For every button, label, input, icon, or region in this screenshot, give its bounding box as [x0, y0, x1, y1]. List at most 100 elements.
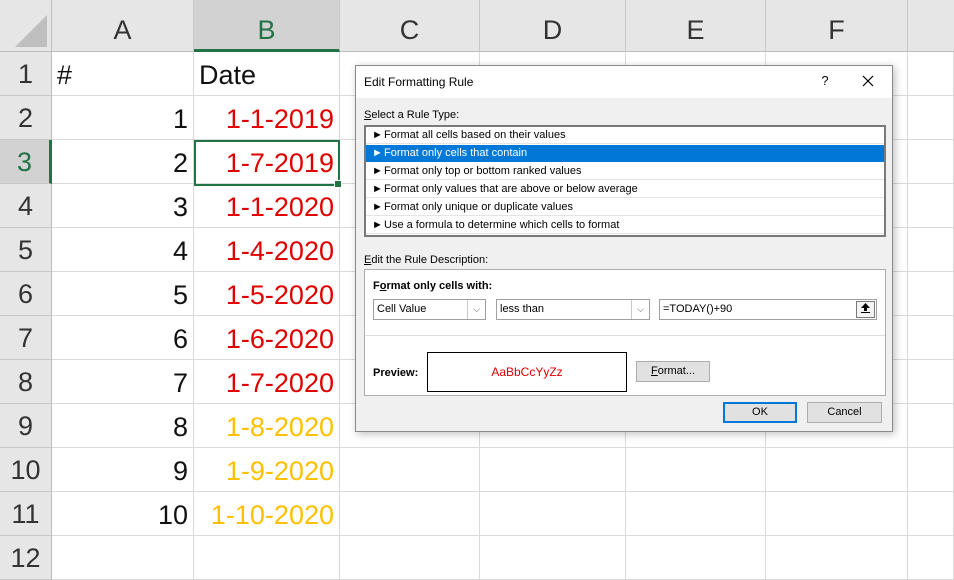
cell-empty[interactable] — [908, 272, 954, 316]
cell-empty[interactable] — [908, 140, 954, 184]
select-all-button[interactable] — [0, 0, 52, 52]
rule-type-label: Use a formula to determine which cells t… — [384, 219, 620, 231]
cell-a9[interactable]: 8 — [52, 404, 194, 448]
cell-b7[interactable]: 1-6-2020 — [194, 316, 340, 360]
cell-a11[interactable]: 10 — [52, 492, 194, 536]
cell-empty[interactable] — [908, 404, 954, 448]
row-header-4[interactable]: 4 — [0, 184, 52, 228]
cell-empty[interactable] — [908, 492, 954, 536]
cell-empty[interactable] — [908, 448, 954, 492]
cell-empty[interactable] — [908, 96, 954, 140]
range-picker-button[interactable] — [856, 301, 875, 318]
operator-dropdown[interactable]: less than ⌵ — [496, 299, 650, 320]
cell-empty[interactable] — [626, 492, 766, 536]
cell-empty[interactable] — [340, 536, 480, 580]
row-header-6[interactable]: 6 — [0, 272, 52, 316]
cell-empty[interactable] — [480, 492, 626, 536]
row-header-5[interactable]: 5 — [0, 228, 52, 272]
cell-b10[interactable]: 1-9-2020 — [194, 448, 340, 492]
cell-empty[interactable] — [908, 536, 954, 580]
cell-a2[interactable]: 1 — [52, 96, 194, 140]
cell-a1[interactable]: # — [52, 52, 194, 96]
chevron-down-icon: ⌵ — [631, 300, 649, 319]
cell-b9[interactable]: 1-8-2020 — [194, 404, 340, 448]
rule-type-list[interactable]: ►Format all cells based on their values ►… — [364, 125, 886, 237]
rule-type-item[interactable]: ►Use a formula to determine which cells … — [366, 217, 884, 234]
cell-empty[interactable] — [766, 536, 908, 580]
close-icon — [862, 75, 874, 87]
cell-a10[interactable]: 9 — [52, 448, 194, 492]
cell-b6[interactable]: 1-5-2020 — [194, 272, 340, 316]
row-header-10[interactable]: 10 — [0, 448, 52, 492]
cell-a5[interactable]: 4 — [52, 228, 194, 272]
column-header-a[interactable]: A — [52, 0, 194, 52]
collapse-dialog-icon — [861, 303, 870, 313]
cell-a8[interactable]: 7 — [52, 360, 194, 404]
cell-empty[interactable] — [626, 448, 766, 492]
cell-empty[interactable] — [908, 228, 954, 272]
rule-type-item[interactable]: ►Format only values that are above or be… — [366, 181, 884, 198]
cell-empty[interactable] — [908, 184, 954, 228]
cell-empty[interactable] — [52, 536, 194, 580]
column-header-c[interactable]: C — [340, 0, 480, 52]
rule-description-panel: Format only cells with: Cell Value ⌵ les… — [364, 269, 886, 396]
cell-empty[interactable] — [626, 536, 766, 580]
cell-b11[interactable]: 1-10-2020 — [194, 492, 340, 536]
cell-empty[interactable] — [194, 536, 340, 580]
column-header-g[interactable] — [908, 0, 954, 52]
condition-field-value: Cell Value — [377, 303, 427, 315]
select-rule-type-label: Select a Rule Type: — [364, 109, 460, 121]
rule-type-item[interactable]: ►Format only unique or duplicate values — [366, 199, 884, 216]
cell-a4[interactable]: 3 — [52, 184, 194, 228]
format-only-cells-with-label: Format only cells with: — [373, 280, 493, 292]
rule-type-item[interactable]: ►Format only top or bottom ranked values — [366, 163, 884, 180]
ok-button[interactable]: OK — [723, 402, 797, 423]
cell-empty[interactable] — [908, 316, 954, 360]
cell-b3[interactable]: 1-7-2019 — [194, 140, 340, 184]
rule-type-label: Format all cells based on their values — [384, 129, 566, 141]
cell-b1[interactable]: Date — [194, 52, 340, 96]
row-header-2[interactable]: 2 — [0, 96, 52, 140]
row-header-12[interactable]: 12 — [0, 536, 52, 580]
cell-empty[interactable] — [480, 448, 626, 492]
column-header-d[interactable]: D — [480, 0, 626, 52]
column-header-e[interactable]: E — [626, 0, 766, 52]
cell-empty[interactable] — [766, 492, 908, 536]
condition-field-dropdown[interactable]: Cell Value ⌵ — [373, 299, 486, 320]
cell-b5[interactable]: 1-4-2020 — [194, 228, 340, 272]
row-header-9[interactable]: 9 — [0, 404, 52, 448]
row-header-11[interactable]: 11 — [0, 492, 52, 536]
cell-empty[interactable] — [340, 448, 480, 492]
divider — [365, 335, 885, 336]
cell-empty[interactable] — [908, 52, 954, 96]
cell-b8[interactable]: 1-7-2020 — [194, 360, 340, 404]
row-header-7[interactable]: 7 — [0, 316, 52, 360]
cell-b4[interactable]: 1-1-2020 — [194, 184, 340, 228]
column-header-f[interactable]: F — [766, 0, 908, 52]
cell-a3[interactable]: 2 — [52, 140, 194, 184]
rule-type-label: Format only top or bottom ranked values — [384, 165, 582, 177]
dialog-titlebar[interactable]: Edit Formatting Rule ? — [356, 66, 892, 98]
cell-empty[interactable] — [480, 536, 626, 580]
cell-empty[interactable] — [766, 448, 908, 492]
rule-type-item[interactable]: ►Format all cells based on their values — [366, 127, 884, 144]
cell-a6[interactable]: 5 — [52, 272, 194, 316]
edit-formatting-rule-dialog: Edit Formatting Rule ? Select a Rule Typ… — [355, 65, 893, 432]
arrow-right-icon: ► — [372, 183, 383, 195]
format-button[interactable]: Format... — [636, 361, 710, 382]
help-button[interactable]: ? — [818, 73, 832, 88]
arrow-right-icon: ► — [372, 129, 383, 141]
cancel-button[interactable]: Cancel — [807, 402, 882, 423]
cell-a7[interactable]: 6 — [52, 316, 194, 360]
rule-type-item[interactable]: ►Format only cells that contain — [366, 145, 884, 162]
cell-empty[interactable] — [340, 492, 480, 536]
cell-empty[interactable] — [908, 360, 954, 404]
row-header-3[interactable]: 3 — [0, 140, 52, 184]
rule-type-label: Format only values that are above or bel… — [384, 183, 638, 195]
cell-b2[interactable]: 1-1-2019 — [194, 96, 340, 140]
close-button[interactable] — [856, 69, 880, 93]
row-header-8[interactable]: 8 — [0, 360, 52, 404]
formula-input[interactable]: =TODAY()+90 — [659, 299, 877, 320]
column-header-b[interactable]: B — [194, 0, 340, 52]
row-header-1[interactable]: 1 — [0, 52, 52, 96]
